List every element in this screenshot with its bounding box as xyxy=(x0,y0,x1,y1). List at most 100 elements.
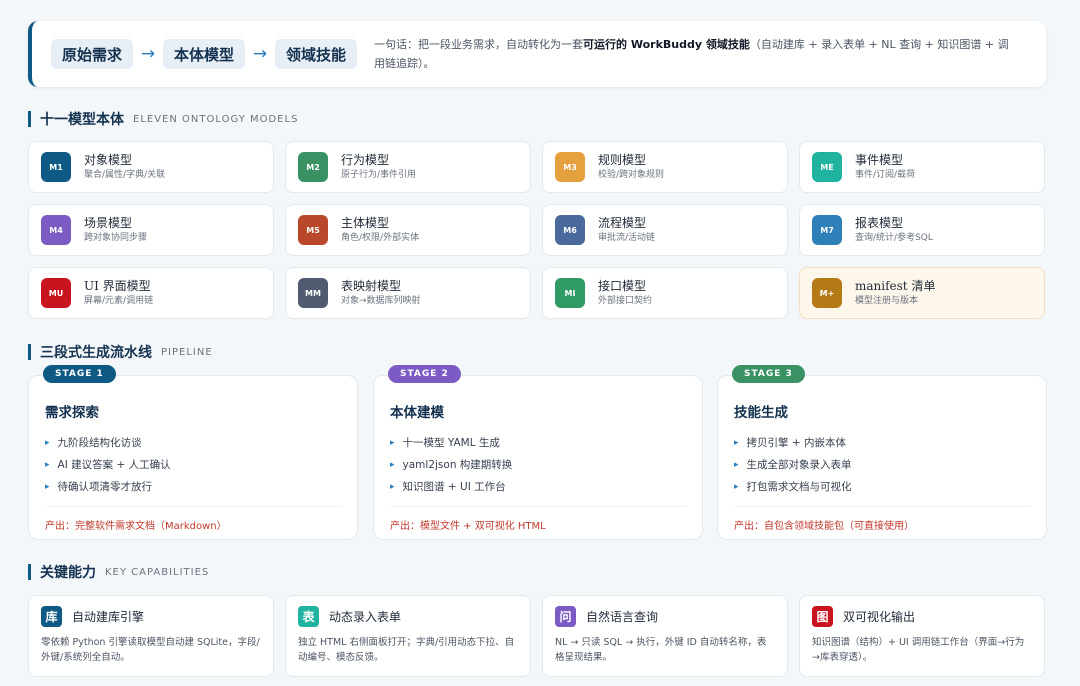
model-text: 接口模型 外部接口契约 xyxy=(598,278,652,308)
capability-card[interactable]: 图双可视化输出 知识图谱（结构）+ UI 调用链工作台（界面→行为→库表穿透）。 xyxy=(799,595,1045,677)
capability-title: 双可视化输出 xyxy=(843,610,916,624)
section-header-capabilities: 关键能力 KEY CAPABILITIES xyxy=(28,564,210,581)
stage-step-text: 十一模型 YAML 生成 xyxy=(402,437,500,449)
model-grid: M1 对象模型 聚合/属性/字典/关联 M2 行为模型 原子行为/事件引用 M3 规则模型 校验… xyxy=(28,141,1047,319)
bullet-icon: ▸ xyxy=(390,482,395,492)
model-name: 流程模型 xyxy=(598,216,647,230)
stage-card: STAGE 1 需求探索 ▸ 九阶段结构化访谈 ▸ AI 建议答案 + 人工确认 ▸ 待确认项… xyxy=(28,365,358,540)
bullet-icon: ▸ xyxy=(734,438,739,448)
model-name: 主体模型 xyxy=(341,216,390,230)
arrow-right-icon: → xyxy=(252,44,268,64)
model-name: 行为模型 xyxy=(341,153,390,167)
model-name: 表映射模型 xyxy=(341,279,402,293)
capability-header: 问自然语言查询 xyxy=(555,606,775,627)
capability-desc: 独立 HTML 右侧面板打开；字典/引用动态下拉、自动编号、模态反馈。 xyxy=(298,637,515,663)
stage-step: ▸ 生成全部对象录入表单 xyxy=(734,454,1030,476)
model-card[interactable]: M+ manifest 清单 模型注册与版本 xyxy=(799,267,1045,319)
stage-card: STAGE 2 本体建模 ▸ 十一模型 YAML 生成 ▸ yaml2json 构建期转换… xyxy=(373,365,703,540)
hero-banner: 原始需求 → 本体模型 → 领域技能 一句话：把一段业务需求，自动转化为一套可运… xyxy=(28,21,1046,87)
model-desc: 校验/跨对象规则 xyxy=(598,170,665,180)
stage-step: ▸ 九阶段结构化访谈 xyxy=(45,432,341,454)
model-text: manifest 清单 模型注册与版本 xyxy=(855,278,935,308)
model-desc: 屏幕/元素/调用链 xyxy=(84,296,154,306)
stage-step: ▸ AI 建议答案 + 人工确认 xyxy=(45,454,341,476)
tagline-emphasis: 可运行的 WorkBuddy 领域技能 xyxy=(583,38,750,51)
capability-grid: 库自动建库引擎零依赖 Python 引擎读取模型自动建 SQLite，字段/外键… xyxy=(28,595,1047,677)
capability-title: 自然语言查询 xyxy=(586,610,659,624)
model-badge: M+ xyxy=(812,278,842,308)
model-text: 报表模型查询/统计/参考SQL xyxy=(855,215,933,245)
stage-step: ▸ 打包需求文档与可视化 xyxy=(734,476,1030,498)
capability-icon: 表 xyxy=(298,606,319,627)
model-desc: 查询/统计/参考SQL xyxy=(855,233,933,243)
stage-step: ▸ 知识图谱 + UI 工作台 xyxy=(390,476,686,498)
flow-step-ontology: 本体模型 xyxy=(163,39,246,69)
model-desc: 模型注册与版本 xyxy=(855,296,919,306)
capability-header: 图双可视化输出 xyxy=(812,606,1032,627)
model-card[interactable]: ME 事件模型 事件/订阅/载荷 xyxy=(799,141,1045,193)
arrow-right-icon: → xyxy=(140,44,156,64)
model-desc: 事件/订阅/载荷 xyxy=(855,170,916,180)
model-badge: M7 xyxy=(812,215,842,245)
stage-card: STAGE 3 技能生成 ▸ 拷贝引擎 + 内嵌本体 ▸ 生成全部对象录入表单 ▸ 打包需求文… xyxy=(717,365,1047,540)
bullet-icon: ▸ xyxy=(734,460,739,470)
model-name: 场景模型 xyxy=(84,216,133,230)
capability-title: 动态录入表单 xyxy=(329,610,402,624)
section-header-pipeline: 三段式生成流水线 PIPELINE xyxy=(28,344,213,361)
model-card[interactable]: M1 对象模型 聚合/属性/字典/关联 xyxy=(28,141,274,193)
model-card[interactable]: M6 流程模型 审批流/活动链 xyxy=(542,204,788,256)
model-text: 表映射模型对象→数据库列映射 xyxy=(341,278,421,308)
model-badge: MI xyxy=(555,278,585,308)
stage-step-text: 知识图谱 + UI 工作台 xyxy=(402,481,506,493)
stage-tag: STAGE 3 xyxy=(732,365,805,383)
capability-header: 表动态录入表单 xyxy=(298,606,518,627)
capability-desc: 零依赖 Python 引擎读取模型自动建 SQLite，字段/外键/系统列全自动… xyxy=(41,637,260,663)
bullet-icon: ▸ xyxy=(734,482,739,492)
model-badge: MM xyxy=(298,278,328,308)
stage-step: ▸ 拷贝引擎 + 内嵌本体 xyxy=(734,432,1030,454)
capability-desc: NL → 只读 SQL → 执行，外键 ID 自动转名称，表格呈现结果。 xyxy=(555,637,767,663)
model-card[interactable]: M2 行为模型 原子行为/事件引用 xyxy=(285,141,531,193)
model-card[interactable]: MM 表映射模型对象→数据库列映射 xyxy=(285,267,531,319)
model-desc: 对象→数据库列映射 xyxy=(341,296,421,306)
model-card[interactable]: M5 主体模型 角色/权限/外部实体 xyxy=(285,204,531,256)
model-badge: MU xyxy=(41,278,71,308)
model-desc: 跨对象协同步骤 xyxy=(84,233,148,243)
capability-card[interactable]: 表动态录入表单独立 HTML 右侧面板打开；字典/引用动态下拉、自动编号、模态反… xyxy=(285,595,531,677)
model-card[interactable]: M3 规则模型 校验/跨对象规则 xyxy=(542,141,788,193)
stage-title: 技能生成 xyxy=(734,405,788,421)
model-name: 对象模型 xyxy=(84,153,133,167)
model-desc: 审批流/活动链 xyxy=(598,233,656,243)
section-subtitle: KEY CAPABILITIES xyxy=(105,566,210,578)
bullet-icon: ▸ xyxy=(390,438,395,448)
capability-icon: 图 xyxy=(812,606,833,627)
model-card[interactable]: MI 接口模型 外部接口契约 xyxy=(542,267,788,319)
flow-step-skill: 领域技能 xyxy=(275,39,358,69)
model-badge: M2 xyxy=(298,152,328,182)
model-card[interactable]: MU UI 界面模型 屏幕/元素/调用链 xyxy=(28,267,274,319)
model-text: 规则模型 校验/跨对象规则 xyxy=(598,152,664,182)
model-badge: ME xyxy=(812,152,842,182)
capability-icon: 问 xyxy=(555,606,576,627)
stage-tag: STAGE 1 xyxy=(43,365,116,383)
section-subtitle: ELEVEN ONTOLOGY MODELS xyxy=(133,113,299,125)
model-card[interactable]: M7 报表模型查询/统计/参考SQL xyxy=(799,204,1045,256)
capability-card[interactable]: 问自然语言查询 NL → 只读 SQL → 执行，外键 ID 自动转名称，表格呈现… xyxy=(542,595,788,677)
bullet-icon: ▸ xyxy=(45,482,50,492)
stage-step: ▸ 待确认项清零才放行 xyxy=(45,476,341,498)
bullet-icon: ▸ xyxy=(390,460,395,470)
stage-step-text: 拷贝引擎 + 内嵌本体 xyxy=(746,437,847,449)
model-card[interactable]: M4 场景模型跨对象协同步骤 xyxy=(28,204,274,256)
bullet-icon: ▸ xyxy=(45,438,50,448)
model-desc: 聚合/属性/字典/关联 xyxy=(84,170,166,180)
capability-card[interactable]: 库自动建库引擎零依赖 Python 引擎读取模型自动建 SQLite，字段/外键… xyxy=(28,595,274,677)
capability-title: 自动建库引擎 xyxy=(72,610,145,624)
model-name: 报表模型 xyxy=(855,216,904,230)
capability-header: 库自动建库引擎 xyxy=(41,606,261,627)
model-name: 接口模型 xyxy=(598,279,647,293)
model-text: 行为模型 原子行为/事件引用 xyxy=(341,152,416,182)
hero-tagline: 一句话：把一段业务需求，自动转化为一套可运行的 WorkBuddy 领域技能（自… xyxy=(374,35,1014,73)
model-badge: M4 xyxy=(41,215,71,245)
stage-title: 本体建模 xyxy=(390,405,444,421)
model-text: 流程模型审批流/活动链 xyxy=(598,215,655,245)
